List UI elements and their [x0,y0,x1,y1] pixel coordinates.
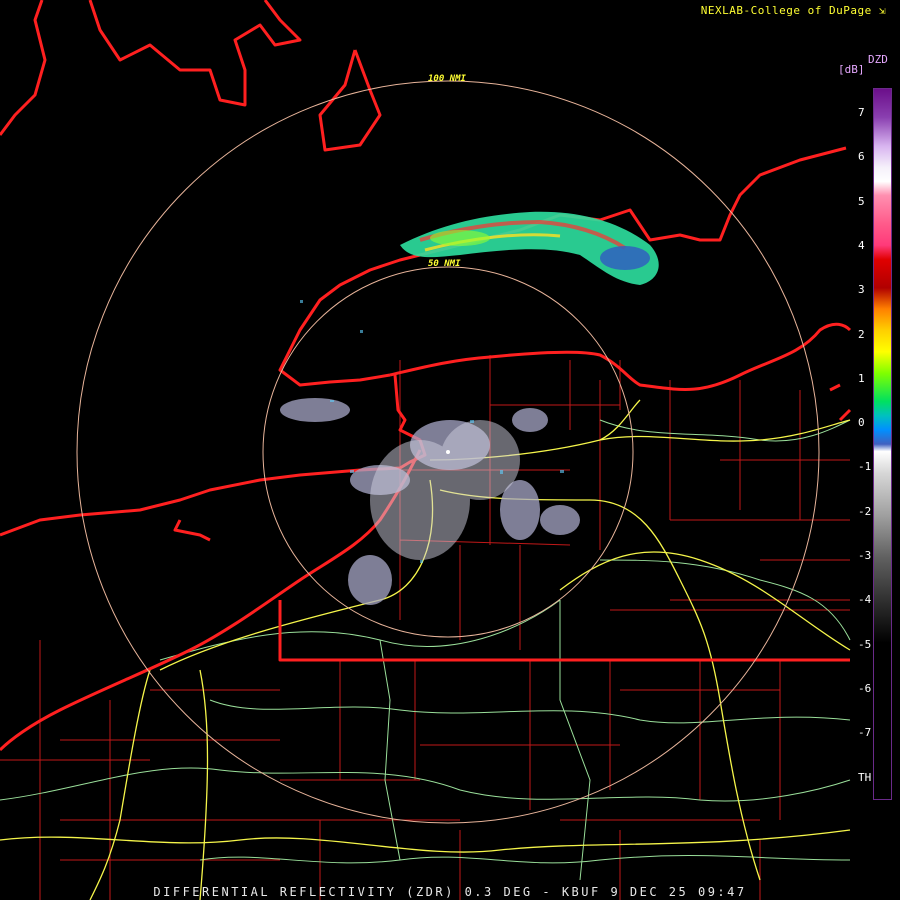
radar-site-marker [446,450,450,454]
color-scale-tick: -3 [858,549,872,562]
color-scale-tick: TH [858,771,872,784]
color-scale-bar [873,88,892,800]
color-scale-tick: -5 [858,638,872,651]
color-scale-tick: 6 [858,150,865,163]
color-scale-tick: -1 [858,460,872,473]
arrow-corner-icon[interactable]: ⇲ [879,4,886,17]
color-scale-tick: 7 [858,106,865,119]
color-scale-tick: 5 [858,195,865,208]
product-title: DIFFERENTIAL REFLECTIVITY (ZDR) 0.3 DEG … [153,885,747,899]
legend-product: DZD [868,53,888,66]
color-scale-tick: 3 [858,283,865,296]
ring-label-50: 50 NMI [428,259,461,269]
ring-label-100: 100 NMI [428,74,466,84]
radar-map [0,0,852,900]
radar-echoes [280,211,659,605]
color-scale-tick: 4 [858,239,865,252]
color-scale-tick: -6 [858,682,872,695]
credit-text: NEXLAB-College of DuPage ⇲ [700,4,886,17]
legend-unit: [dB] [838,63,865,76]
color-scale-tick: -7 [858,726,872,739]
color-scale-tick: 2 [858,328,865,341]
color-scale-tick: 1 [858,372,865,385]
state-boundaries [0,0,852,752]
color-scale-tick: 0 [858,416,865,429]
color-scale-tick: -2 [858,505,872,518]
color-scale-tick: -4 [858,593,872,606]
